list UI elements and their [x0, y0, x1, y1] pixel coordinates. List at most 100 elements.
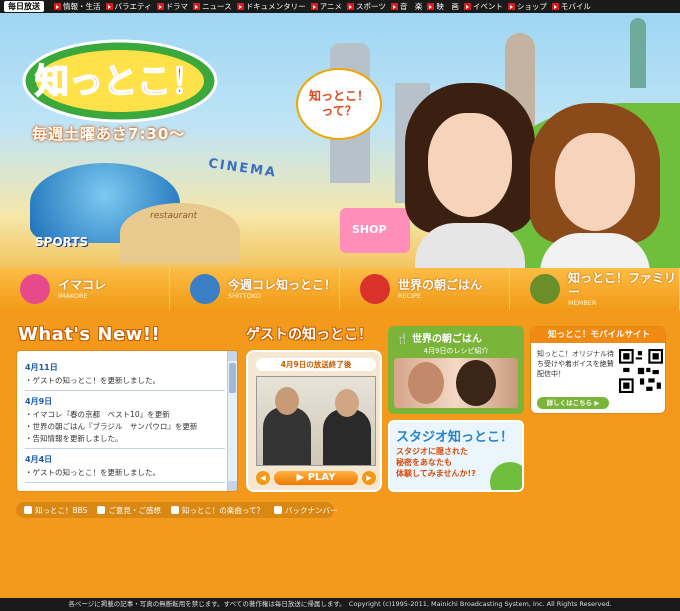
fork-knife-icon: 🍴: [396, 334, 409, 345]
restaurant-sign: restaurant: [150, 211, 198, 221]
category-icon: [20, 274, 50, 304]
news-item[interactable]: ・告知情報を更新しました。: [25, 433, 225, 445]
arrow-icon: [427, 3, 435, 10]
show-logo[interactable]: 知っとこ！: [20, 33, 220, 128]
category-icon: [190, 274, 220, 304]
mobile-text: 知っとこ！オリジナル待ち受けや着ボイスを絶賛配信中！: [537, 350, 614, 378]
category-text: 知っとこ！ファミリー MEMBER: [568, 271, 679, 307]
statue-of-liberty-illustration: [630, 18, 646, 88]
sports-sign: SPORTS: [35, 235, 89, 249]
footer-link-label: 知っとこ！BBS: [35, 505, 88, 515]
mobile-details-button[interactable]: 詳しくはこちら ▶: [537, 397, 609, 409]
whats-new-title: What's New!!: [18, 324, 161, 345]
about-bubble-line1: 知っとこ！: [308, 89, 369, 103]
arrow-icon: [310, 3, 318, 10]
nav-item-6[interactable]: スポーツ: [347, 1, 386, 12]
category-label: イマコレ: [58, 278, 107, 292]
book-icon: [274, 506, 283, 514]
news-item[interactable]: ・ゲストの知っとこ！を更新しました。: [25, 467, 225, 479]
nav-item-11[interactable]: モバイル: [551, 1, 591, 12]
category-1[interactable]: 今週コレ知っとこ！ SHITTOKO: [170, 268, 340, 310]
studio-box[interactable]: スタジオ知っとこ！ スタジオに隠された 秘密をあなたも 体験してみませんか!?: [388, 420, 524, 492]
nav-item-8[interactable]: 映 画: [427, 1, 459, 12]
nav-item-label: イベント: [472, 2, 503, 11]
nav-item-label: 音 楽: [399, 2, 423, 11]
studio-line3: 体験してみませんか!?: [396, 469, 476, 478]
breakfast-box[interactable]: 🍴 世界の朝ごはん 4月9日のレシピ紹介: [388, 326, 524, 414]
scroll-thumb[interactable]: [229, 363, 236, 393]
studio-line2: 秘密をあなたも: [396, 458, 452, 467]
nav-item-3[interactable]: ニュース: [193, 1, 232, 12]
studio-line1: スタジオに隠された: [396, 447, 468, 456]
news-divider: [25, 390, 225, 391]
breakfast-title: 🍴 世界の朝ごはん: [396, 330, 482, 345]
category-label: 知っとこ！ファミリー: [568, 271, 677, 299]
nav-item-4[interactable]: ドキュメンタリー: [236, 1, 306, 12]
mbs-logo[interactable]: 毎日放送: [4, 1, 44, 12]
about-bubble[interactable]: 知っとこ！ って？: [296, 68, 382, 140]
mail-icon: [97, 506, 106, 514]
nav-item-label: ショップ: [516, 2, 547, 11]
category-text: 今週コレ知っとこ！ SHITTOKO: [228, 278, 336, 300]
arrow-icon: [347, 3, 355, 10]
nav-item-5[interactable]: アニメ: [310, 1, 342, 12]
mobile-box: 知っとこ！モバイルサイト 知っとこ！オリジナル待ち受けや着ボイスを絶賛配信中！ …: [530, 326, 666, 414]
nav-item-10[interactable]: ショップ: [507, 1, 547, 12]
footer-link-label: バックナンバー: [285, 505, 338, 515]
nav-item-1[interactable]: バラエティ: [105, 1, 152, 12]
arrow-icon: [236, 3, 244, 10]
shop-sign: SHOP: [352, 223, 387, 236]
next-button[interactable]: ▶: [362, 471, 376, 485]
footer-link-3[interactable]: バックナンバー: [274, 505, 338, 516]
category-0[interactable]: イマコレ IMAKORE: [0, 268, 170, 310]
category-text: 世界の朝ごはん RECIPE: [398, 278, 482, 300]
nav-item-label: バラエティ: [114, 2, 152, 11]
host-right-photo: [525, 103, 665, 268]
nav-item-9[interactable]: イベント: [463, 1, 503, 12]
news-scrollbar[interactable]: [227, 351, 237, 491]
footer-link-2[interactable]: 知っとこ！の楽曲って？: [170, 505, 265, 516]
music-note-icon: [170, 506, 179, 514]
arrow-icon: [54, 3, 61, 10]
nav-item-label: 情報・生活: [63, 2, 101, 11]
host-left-photo: [400, 83, 540, 268]
news-item[interactable]: ・ゲストの知っとこ！を更新しました。: [25, 375, 225, 387]
nav-item-label: スポーツ: [356, 2, 386, 11]
news-item[interactable]: ・イマコレ『春の京都 ベスト10』を更新: [25, 409, 225, 421]
top-navigation: 毎日放送 情報・生活 バラエティ ドラマ ニュース ドキュメンタリー アニメ スポーツ 音 楽…: [0, 0, 680, 13]
arrow-icon: [156, 3, 164, 10]
footer-link-1[interactable]: ご意見・ご感想: [97, 505, 161, 516]
category-2[interactable]: 世界の朝ごはん RECIPE: [340, 268, 510, 310]
play-controls: ◀ ▶ PLAY ▶: [256, 470, 376, 486]
play-button[interactable]: ▶ PLAY: [274, 471, 358, 485]
pencil-icon: [24, 506, 32, 514]
scroll-down-button[interactable]: [228, 481, 237, 491]
arrow-icon: [390, 3, 398, 10]
category-icon: [530, 274, 560, 304]
qr-code: [619, 349, 663, 393]
news-list: 4月11日 ・ゲストの知っとこ！を更新しました。 4月9日 ・イマコレ『春の京都 ベス…: [25, 357, 225, 483]
guest-photo[interactable]: [256, 376, 376, 466]
news-item[interactable]: ・世界の朝ごはん『ブラジル サンパウロ』を更新: [25, 421, 225, 433]
broadcast-slogan: 毎週土曜あさ7:30〜: [32, 125, 186, 143]
copyright: 各ページに掲載の記事・写真の無断転用を禁じます。すべての著作権は毎日放送に帰属し…: [0, 598, 680, 611]
category-sub: SHITTOKO: [228, 292, 261, 300]
category-label: 今週コレ知っとこ！: [228, 278, 337, 292]
prev-button[interactable]: ◀: [256, 471, 270, 485]
news-box: 4月11日 ・ゲストの知っとこ！を更新しました。 4月9日 ・イマコレ『春の京都 ベス…: [16, 350, 238, 492]
footer-link-0[interactable]: 知っとこ！BBS: [24, 505, 87, 516]
footer-link-label: 知っとこ！の楽曲って？: [181, 505, 265, 515]
nav-item-2[interactable]: ドラマ: [156, 1, 188, 12]
breakfast-photo: [394, 358, 518, 408]
hero-banner: 知っとこ！ 毎週土曜あさ7:30〜 知っとこ！ って？ SPORTS CINEM…: [0, 13, 680, 268]
news-divider: [25, 448, 225, 449]
nav-item-7[interactable]: 音 楽: [390, 1, 423, 12]
arrow-icon: [193, 3, 201, 10]
category-text: イマコレ IMAKORE: [58, 278, 106, 300]
guest-title: ゲストの知っとこ！: [246, 327, 372, 343]
scroll-up-button[interactable]: [228, 351, 237, 361]
nav-item-0[interactable]: 情報・生活: [54, 1, 101, 12]
breakfast-sub: 4月9日のレシピ紹介: [423, 347, 489, 355]
category-3[interactable]: 知っとこ！ファミリー MEMBER: [510, 268, 680, 310]
about-bubble-line2: って？: [321, 104, 357, 118]
